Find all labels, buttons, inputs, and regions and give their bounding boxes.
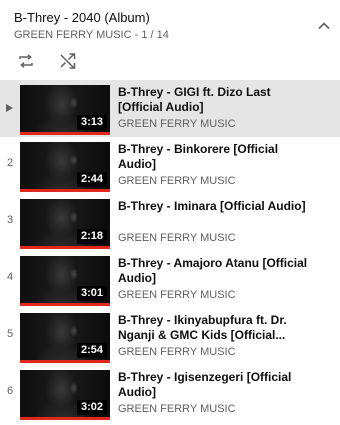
playlist-item[interactable]: 3 2:18 B-Threy - Iminara [Official Audio…: [0, 194, 340, 251]
video-title[interactable]: B-Threy - Binkorere [Official Audio]: [118, 142, 318, 172]
item-index: 5: [6, 328, 14, 340]
video-thumbnail[interactable]: 2:44: [20, 142, 110, 192]
watch-progress-bar: [20, 132, 110, 135]
channel-name[interactable]: GREEN FERRY MUSIC: [118, 118, 236, 130]
watch-progress-bar: [20, 417, 110, 420]
item-index: 3: [6, 214, 14, 226]
video-thumbnail[interactable]: 3:13: [20, 85, 110, 135]
channel-name[interactable]: GREEN FERRY MUSIC: [118, 346, 236, 358]
video-title[interactable]: B-Threy - Ikinyabupfura ft. Dr. Nganji &…: [118, 313, 318, 343]
collapse-button[interactable]: [312, 14, 336, 38]
video-title[interactable]: B-Threy - Iminara [Official Audio]: [118, 199, 318, 214]
item-index: 2: [6, 157, 14, 169]
video-thumbnail[interactable]: 3:01: [20, 256, 110, 306]
channel-name[interactable]: GREEN FERRY MUSIC: [118, 175, 236, 187]
playlist-panel: B-Threy - 2040 (Album) GREEN FERRY MUSIC…: [0, 0, 340, 425]
duration-badge: 3:02: [76, 400, 107, 415]
playlist-subtitle[interactable]: GREEN FERRY MUSIC - 1 / 14: [14, 29, 169, 41]
duration-badge: 2:18: [76, 229, 107, 244]
watch-progress-bar: [20, 246, 110, 249]
duration-badge: 3:01: [76, 286, 107, 301]
item-index: 4: [6, 271, 14, 283]
watch-progress-bar: [20, 360, 110, 363]
playlist-items: 3:13 B-Threy - GIGI ft. Dizo Last [Offic…: [0, 80, 340, 422]
watch-progress-bar: [20, 303, 110, 306]
channel-name[interactable]: GREEN FERRY MUSIC: [118, 403, 236, 415]
video-thumbnail[interactable]: 2:18: [20, 199, 110, 249]
channel-name[interactable]: GREEN FERRY MUSIC: [118, 289, 236, 301]
video-thumbnail[interactable]: 3:02: [20, 370, 110, 420]
playlist-item[interactable]: 4 3:01 B-Threy - Amajoro Atanu [Official…: [0, 251, 340, 308]
item-index: 6: [6, 385, 14, 397]
video-thumbnail[interactable]: 2:54: [20, 313, 110, 363]
video-title[interactable]: B-Threy - GIGI ft. Dizo Last [Official A…: [118, 85, 318, 115]
playlist-item[interactable]: 6 3:02 B-Threy - Igisenzegeri [Official …: [0, 365, 340, 422]
watch-progress-bar: [20, 189, 110, 192]
video-title[interactable]: B-Threy - Amajoro Atanu [Official Audio]: [118, 256, 318, 286]
now-playing-icon: [6, 104, 13, 112]
playlist-header: B-Threy - 2040 (Album) GREEN FERRY MUSIC…: [0, 0, 340, 80]
playlist-item[interactable]: 3:13 B-Threy - GIGI ft. Dizo Last [Offic…: [0, 80, 340, 137]
video-title[interactable]: B-Threy - Igisenzegeri [Official Audio]: [118, 370, 318, 400]
loop-icon: [19, 54, 33, 68]
channel-name[interactable]: GREEN FERRY MUSIC: [118, 232, 236, 244]
duration-badge: 2:54: [76, 343, 107, 358]
playlist-title[interactable]: B-Threy - 2040 (Album): [14, 10, 150, 25]
shuffle-button[interactable]: [57, 50, 79, 72]
playlist-item[interactable]: 5 2:54 B-Threy - Ikinyabupfura ft. Dr. N…: [0, 308, 340, 365]
duration-badge: 2:44: [76, 172, 107, 187]
shuffle-icon: [60, 53, 76, 69]
loop-button[interactable]: [15, 50, 37, 72]
chevron-up-icon: [318, 22, 330, 30]
duration-badge: 3:13: [76, 115, 107, 130]
playlist-item[interactable]: 2 2:44 B-Threy - Binkorere [Official Aud…: [0, 137, 340, 194]
